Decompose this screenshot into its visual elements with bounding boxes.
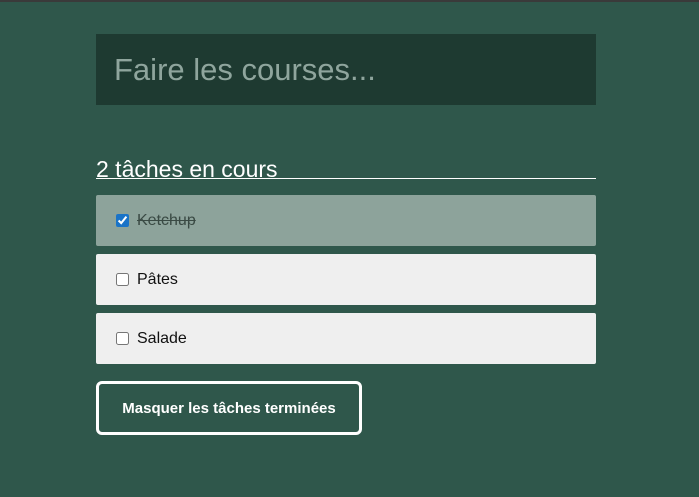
task-label: Pâtes	[137, 270, 178, 288]
hide-completed-button[interactable]: Masquer les tâches terminées	[96, 381, 362, 435]
task-counter-label: 2 tâches en cours	[96, 156, 278, 182]
todo-app: 2 tâches en cours Ketchup Pâtes Salade M…	[96, 34, 596, 435]
task-item: Pâtes	[96, 254, 596, 305]
new-task-input[interactable]	[96, 34, 596, 105]
task-item: Ketchup	[96, 195, 596, 246]
task-checkbox[interactable]	[116, 273, 129, 286]
task-checkbox[interactable]	[116, 214, 129, 227]
task-list: Ketchup Pâtes Salade	[96, 195, 596, 364]
task-checkbox[interactable]	[116, 332, 129, 345]
task-label: Ketchup	[137, 211, 196, 229]
window-top-border	[0, 0, 699, 2]
task-item: Salade	[96, 313, 596, 364]
task-counter: 2 tâches en cours	[96, 146, 596, 182]
task-label: Salade	[137, 329, 187, 347]
